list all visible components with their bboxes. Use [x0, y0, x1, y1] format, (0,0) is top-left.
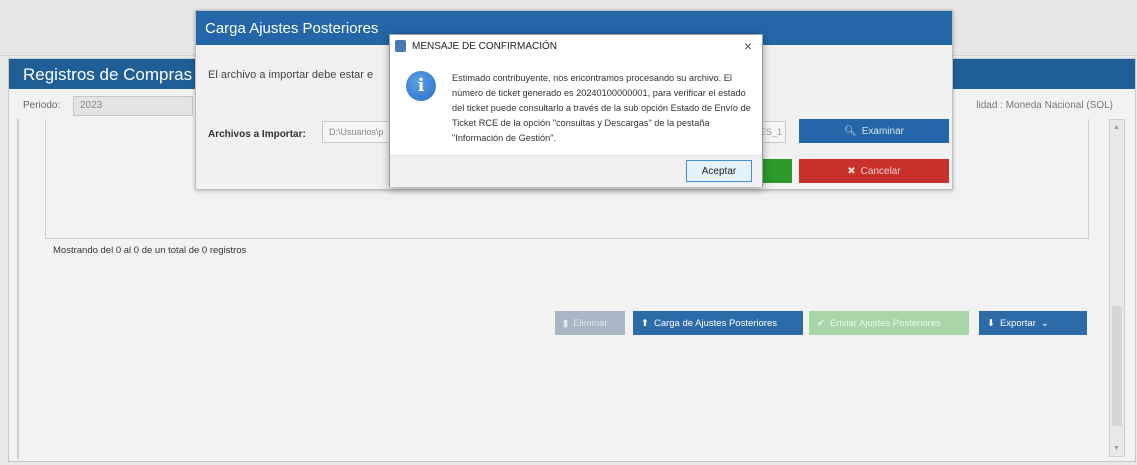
- periodo-label: Periodo:: [23, 100, 61, 111]
- app-icon: [395, 40, 406, 52]
- close-icon: ✖: [847, 165, 856, 177]
- confirmation-dialog: MENSAJE DE CONFIRMACIÓN × i Estimado con…: [389, 34, 763, 187]
- enviar-label: Enviar Ajustes Posteriores: [829, 317, 941, 329]
- download-icon: ⬇: [987, 317, 995, 329]
- archivos-label: Archivos a Importar:: [208, 129, 306, 140]
- records-info: Mostrando del 0 al 0 de un total de 0 re…: [53, 245, 247, 256]
- dialog-message: Estimado contribuyente, nos encontramos …: [452, 73, 751, 143]
- search-icon: 🔍︎: [844, 125, 857, 137]
- dialog-title: MENSAJE DE CONFIRMACIÓN: [412, 41, 558, 52]
- carga-modal-message: El archivo a importar debe estar e: [208, 69, 374, 81]
- info-icon: i: [406, 71, 436, 101]
- carga-modal-title: Carga Ajustes Posteriores: [205, 20, 379, 37]
- chevron-down-icon: ⌄: [1040, 317, 1049, 329]
- carga-ajustes-button[interactable]: ⬆ Carga de Ajustes Posteriores: [633, 311, 803, 335]
- cancelar-label: Cancelar: [860, 165, 901, 177]
- dialog-body: i Estimado contribuyente, nos encontramo…: [390, 59, 762, 155]
- exportar-button[interactable]: ⬇ Exportar ⌄: [979, 311, 1087, 335]
- vertical-scrollbar[interactable]: ▲ ▼: [1109, 119, 1125, 457]
- dialog-footer: Aceptar: [390, 155, 762, 187]
- scroll-down-icon[interactable]: ▼: [1113, 445, 1120, 452]
- examinar-label: Examinar: [861, 125, 904, 137]
- upload-icon: ⬆: [641, 317, 649, 329]
- check-icon: ✔: [817, 317, 825, 329]
- carga-label: Carga de Ajustes Posteriores: [653, 317, 778, 329]
- examinar-button[interactable]: 🔍︎ Examinar: [799, 119, 949, 143]
- eliminar-label: Eliminar: [573, 317, 608, 329]
- aceptar-button[interactable]: Aceptar: [686, 160, 752, 182]
- scroll-up-icon[interactable]: ▲: [1113, 124, 1120, 131]
- cancelar-button[interactable]: ✖ Cancelar: [799, 159, 949, 183]
- periodo-select[interactable]: 2023: [73, 96, 193, 116]
- trash-icon: ▮: [563, 317, 569, 329]
- left-border: [17, 119, 31, 459]
- eliminar-button[interactable]: ▮ Eliminar: [555, 311, 625, 335]
- moneda-text: lidad : Moneda Nacional (SOL): [976, 100, 1113, 111]
- scroll-thumb[interactable]: [1112, 306, 1122, 426]
- dialog-titlebar: MENSAJE DE CONFIRMACIÓN ×: [390, 35, 762, 59]
- exportar-label: Exportar: [999, 317, 1036, 329]
- panel-title: Registros de Compras: [23, 65, 193, 84]
- enviar-ajustes-button[interactable]: ✔ Enviar Ajustes Posteriores: [809, 311, 969, 335]
- close-icon[interactable]: ×: [744, 38, 752, 54]
